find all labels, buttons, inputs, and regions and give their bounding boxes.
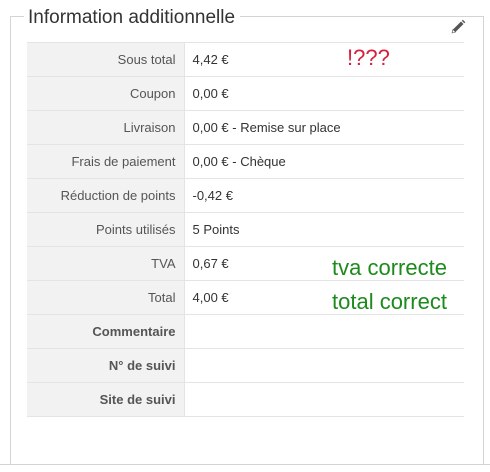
row-value: 4,42 € [184, 42, 464, 77]
table-row-sous-total: Sous total 4,42 € [27, 42, 464, 77]
panel-title: Information additionnelle [24, 6, 241, 30]
row-value: 5 Points [184, 212, 464, 247]
row-label: Site de suivi [27, 382, 185, 417]
order-additional-info-page: Information additionnelle Sous total 4,4… [0, 0, 490, 472]
table-row-reduction-points: Réduction de points -0,42 € [27, 178, 464, 213]
row-label: Livraison [27, 110, 185, 145]
tva-annotation: tva correcte [332, 255, 447, 280]
row-label: Frais de paiement [27, 144, 185, 179]
row-label: Coupon [27, 76, 185, 111]
table-row-points-utilises: Points utilisés 5 Points [27, 212, 464, 247]
table-row-site-suivi: Site de suivi [27, 382, 464, 417]
table-row-coupon: Coupon 0,00 € [27, 76, 464, 111]
divider [0, 464, 490, 465]
row-value: 0,00 € - Chèque [184, 144, 464, 179]
row-value: 0,00 € - Remise sur place [184, 110, 464, 145]
row-label: TVA [27, 246, 185, 281]
table-row-frais-paiement: Frais de paiement 0,00 € - Chèque [27, 144, 464, 179]
row-label: Réduction de points [27, 178, 185, 213]
table-row-commentaire: Commentaire [27, 314, 464, 349]
row-value: 0,00 € [184, 76, 464, 111]
row-label: N° de suivi [27, 348, 185, 383]
table-row-numero-suivi: N° de suivi [27, 348, 464, 383]
row-label: Sous total [27, 42, 185, 77]
subtotal-annotation: !??? [347, 45, 390, 70]
row-label: Total [27, 280, 185, 315]
row-value [184, 382, 464, 417]
total-annotation: total correct [332, 289, 447, 314]
row-value [184, 348, 464, 383]
row-value: -0,42 € [184, 178, 464, 213]
pencil-icon[interactable] [450, 19, 466, 35]
additional-info-table: Sous total 4,42 € Coupon 0,00 € Livraiso… [27, 42, 464, 417]
row-value [184, 314, 464, 349]
row-label: Commentaire [27, 314, 185, 349]
row-label: Points utilisés [27, 212, 185, 247]
table-row-livraison: Livraison 0,00 € - Remise sur place [27, 110, 464, 145]
